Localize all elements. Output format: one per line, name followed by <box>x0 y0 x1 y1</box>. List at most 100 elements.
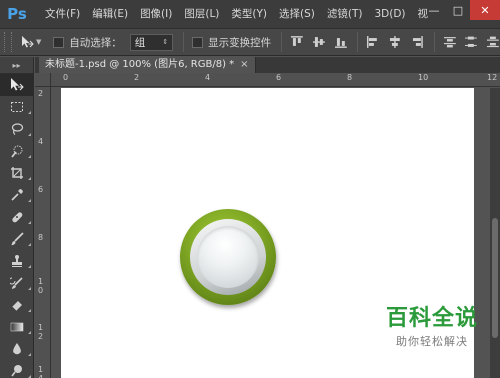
button-face <box>197 226 259 288</box>
menu-image[interactable]: 图像(I) <box>134 0 178 28</box>
history-brush-icon <box>10 277 23 289</box>
tool-healing[interactable] <box>0 206 34 228</box>
tool-brush[interactable] <box>0 228 34 250</box>
gradient-icon <box>10 322 24 332</box>
brush-icon <box>11 232 24 246</box>
submenu-indicator <box>28 331 31 334</box>
stamp-icon <box>12 255 22 267</box>
watermark-title: 百科全说 <box>385 306 478 331</box>
collapse-toolbar-button[interactable]: ▸▸ <box>0 57 33 74</box>
options-grip[interactable] <box>4 32 12 52</box>
ruler-label: 6 <box>38 185 44 194</box>
healing-icon <box>12 212 23 223</box>
tool-dodge[interactable] <box>0 360 34 378</box>
align-hcenter-icon[interactable] <box>388 35 402 49</box>
tool-move[interactable] <box>0 74 34 96</box>
document-tab[interactable]: 未标题-1.psd @ 100% (图片6, RGB/8) * × <box>39 57 256 73</box>
ruler-label: 10 <box>418 73 429 82</box>
ruler-label: 12 <box>487 73 498 82</box>
document-tab-title: 未标题-1.psd @ 100% (图片6, RGB/8) * <box>45 59 235 70</box>
ruler-label: 4 <box>38 137 44 146</box>
minimize-button[interactable]: — <box>422 0 446 20</box>
menu-3d[interactable]: 3D(D) <box>368 0 411 28</box>
ruler-origin[interactable] <box>35 73 51 87</box>
menu-select[interactable]: 选择(S) <box>273 0 321 28</box>
close-button[interactable]: ✕ <box>470 0 500 20</box>
menu-edit[interactable]: 编辑(E) <box>86 0 134 28</box>
tool-gradient[interactable] <box>0 316 34 338</box>
submenu-indicator <box>28 199 31 202</box>
ruler-label: 6 <box>276 73 282 82</box>
app-logo[interactable]: Ps <box>3 0 31 28</box>
distribute-vcenter-icon[interactable] <box>464 35 478 49</box>
show-transform-label: 显示变换控件 <box>208 36 272 49</box>
ruler-label: 1 4 <box>38 365 44 378</box>
close-tab-icon[interactable]: × <box>240 59 248 70</box>
window-controls: — □ ✕ <box>422 0 500 20</box>
vertical-ruler[interactable]: 2 4 6 8 1 0 1 2 1 4 <box>35 87 51 378</box>
auto-select-label: 自动选择： <box>69 36 122 49</box>
align-vcenter-icon[interactable] <box>312 35 326 49</box>
align-left-icon[interactable] <box>366 35 380 49</box>
ruler-label: 8 <box>347 73 353 82</box>
updown-arrows-icon: ⇕ <box>162 38 169 46</box>
tool-quick-select[interactable] <box>0 140 34 162</box>
maximize-button[interactable]: □ <box>446 0 470 20</box>
align-top-icon[interactable] <box>290 35 304 49</box>
align-bottom-icon[interactable] <box>334 35 348 49</box>
main-menu: 文件(F) 编辑(E) 图像(I) 图层(L) 类型(Y) 选择(S) 滤镜(T… <box>39 0 434 28</box>
menu-layer[interactable]: 图层(L) <box>178 0 225 28</box>
show-transform-checkbox[interactable] <box>192 36 204 48</box>
align-right-icon[interactable] <box>410 35 424 49</box>
submenu-indicator <box>28 133 31 136</box>
submenu-indicator <box>28 155 31 158</box>
tool-marquee[interactable] <box>0 96 34 118</box>
tool-eraser[interactable] <box>0 294 34 316</box>
ruler-label: 2 <box>38 89 44 98</box>
ruler-label: 0 <box>63 73 69 82</box>
move-icon <box>11 78 24 91</box>
lasso-icon <box>11 123 24 135</box>
crop-icon <box>11 167 23 179</box>
eyedropper-icon <box>11 189 23 201</box>
menu-file[interactable]: 文件(F) <box>39 0 86 28</box>
submenu-indicator <box>28 177 31 180</box>
auto-select-dropdown[interactable]: 组 ⇕ <box>129 33 174 51</box>
options-bar: ▼ 自动选择： 组 ⇕ 显示变换控件 <box>0 28 500 56</box>
scroll-thumb[interactable] <box>492 218 498 338</box>
distribute-top-icon[interactable] <box>443 35 457 49</box>
ruler-label: 4 <box>205 73 211 82</box>
menu-filter[interactable]: 滤镜(T) <box>321 0 369 28</box>
auto-select-checkbox[interactable] <box>53 36 65 48</box>
tool-blur[interactable] <box>0 338 34 360</box>
tool-lasso[interactable] <box>0 118 34 140</box>
divider <box>433 32 435 52</box>
document-tabs: 未标题-1.psd @ 100% (图片6, RGB/8) * × <box>35 57 500 73</box>
marquee-icon <box>11 102 23 112</box>
submenu-indicator <box>28 309 31 312</box>
menu-type[interactable]: 类型(Y) <box>225 0 273 28</box>
submenu-indicator <box>28 353 31 356</box>
tool-preset-picker[interactable]: ▼ <box>16 32 46 52</box>
tool-history-brush[interactable] <box>0 272 34 294</box>
menu-bar: Ps 文件(F) 编辑(E) 图像(I) 图层(L) 类型(Y) 选择(S) 滤… <box>0 0 500 28</box>
ruler-label: 1 2 <box>38 323 44 341</box>
green-round-button-graphic[interactable] <box>180 209 276 305</box>
divider <box>183 32 185 52</box>
divider <box>281 32 283 52</box>
horizontal-ruler[interactable]: 0 2 4 6 8 10 12 <box>51 73 500 87</box>
chevron-down-icon: ▼ <box>35 38 42 46</box>
auto-select-value: 组 <box>134 36 146 49</box>
ruler-label: 1 0 <box>38 277 44 295</box>
tool-crop[interactable] <box>0 162 34 184</box>
tool-stamp[interactable] <box>0 250 34 272</box>
distribute-bottom-icon[interactable] <box>486 35 500 49</box>
divider <box>357 32 359 52</box>
watermark-subtitle: 助你轻松解决 <box>396 335 468 348</box>
eraser-icon <box>11 301 22 312</box>
ruler-label: 2 <box>134 73 140 82</box>
button-silver-ring <box>190 219 266 295</box>
dodge-icon <box>11 365 22 377</box>
ruler-label: 8 <box>38 233 44 242</box>
tool-eyedropper[interactable] <box>0 184 34 206</box>
